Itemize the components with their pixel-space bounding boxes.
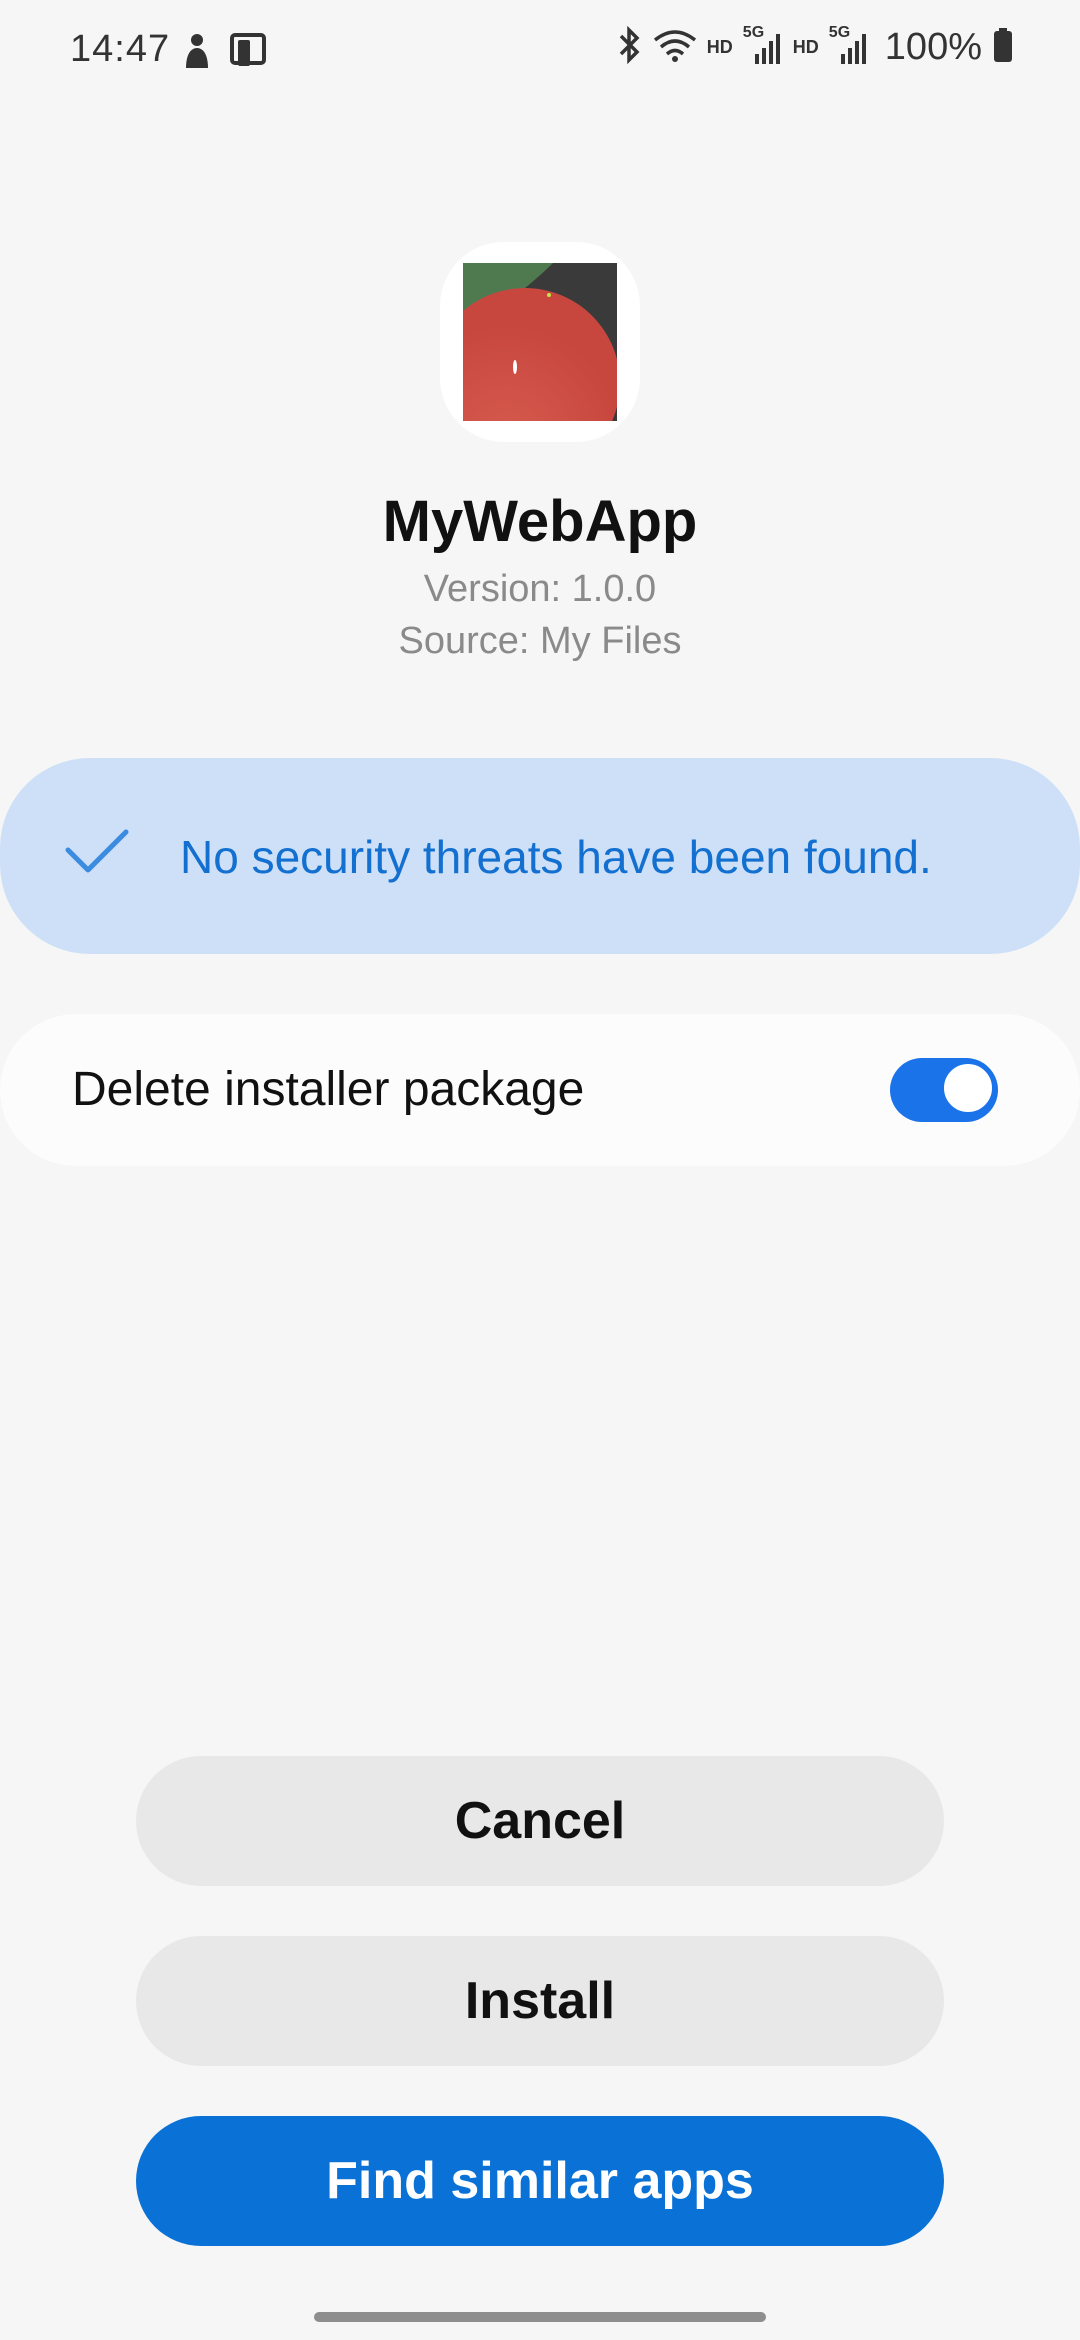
app-name: MyWebApp — [382, 489, 698, 554]
security-message: No security threats have been found. — [180, 831, 932, 883]
wifi-icon — [653, 26, 697, 69]
hd-label-2: HD — [792, 37, 819, 57]
install-button[interactable]: Install — [136, 1936, 944, 2066]
app-source: Source: My Files — [398, 620, 682, 662]
status-system-icons: HD 5G HD 5G 100% — [615, 24, 1014, 69]
battery-percent: 100% — [884, 26, 982, 68]
person-icon — [180, 32, 214, 75]
delete-installer-row[interactable]: Delete installer package — [0, 1014, 1080, 1166]
device-icon — [228, 32, 268, 75]
cancel-button[interactable]: Cancel — [136, 1756, 944, 1886]
network-type-label-1: 5G — [742, 23, 765, 41]
signal-icon-2: 5G — [829, 24, 869, 68]
bluetooth-icon — [615, 25, 643, 69]
network-type-label-2: 5G — [828, 23, 851, 41]
hd-label-1: HD — [706, 37, 733, 57]
status-bar: 14:47 HD 5G HD 5G 100% — [0, 0, 1080, 108]
toggle-knob — [940, 1060, 996, 1116]
status-notification-icons — [180, 32, 268, 75]
gesture-nav-handle[interactable] — [314, 2312, 766, 2322]
security-status-banner: No security threats have been found. — [0, 758, 1080, 954]
checkmark-icon — [64, 826, 130, 878]
signal-icon-1: 5G — [743, 24, 783, 68]
find-similar-apps-button[interactable]: Find similar apps — [136, 2116, 944, 2246]
app-icon — [440, 242, 640, 442]
app-icon-image — [463, 263, 617, 421]
status-time: 14:47 — [70, 28, 171, 70]
delete-installer-toggle[interactable] — [890, 1058, 998, 1122]
app-version: Version: 1.0.0 — [423, 568, 657, 610]
battery-icon — [992, 26, 1014, 69]
delete-installer-label: Delete installer package — [72, 1063, 585, 1116]
